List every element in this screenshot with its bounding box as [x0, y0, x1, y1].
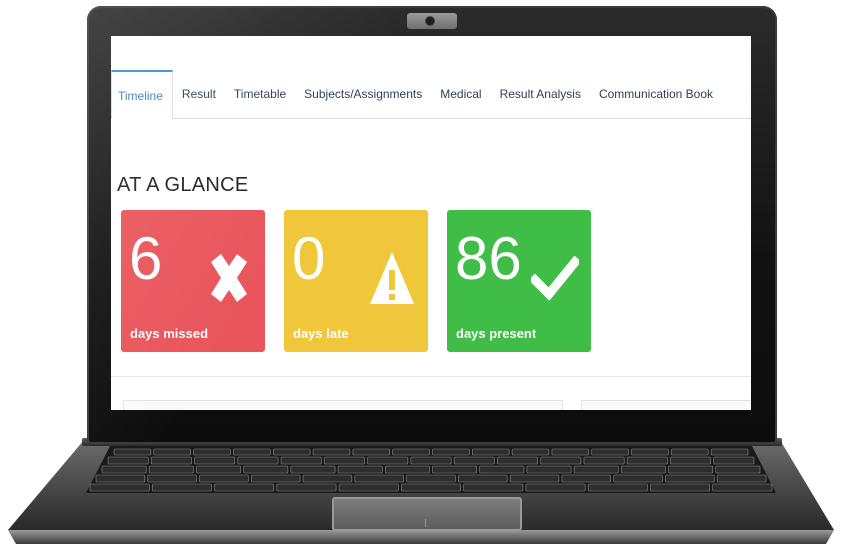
keyboard-key	[153, 448, 191, 456]
days-late-value: 0	[292, 225, 326, 292]
keyboard-key	[626, 456, 668, 465]
keyboard-key	[432, 448, 470, 456]
keyboard-key	[312, 448, 351, 456]
days-present-label: days present	[456, 326, 537, 341]
days-late-label: days late	[293, 326, 349, 341]
keyboard-key	[147, 474, 197, 483]
keyboard-key	[668, 465, 714, 474]
section-title: AT A GLANCE	[117, 174, 249, 196]
keyboard-key	[89, 483, 150, 492]
keyboard-key	[352, 448, 390, 456]
keyboard-key	[710, 448, 749, 456]
close-icon	[211, 254, 247, 302]
keyboard-key	[583, 456, 625, 465]
trackpad	[332, 497, 522, 531]
keyboard-key	[591, 448, 629, 456]
keyboard-key	[233, 448, 271, 456]
keyboard-key	[302, 474, 353, 483]
laptop-screen: Timeline Result Timetable Subjects/Assig…	[111, 36, 751, 410]
keyboard-key	[237, 456, 279, 465]
keyboard-key	[671, 448, 709, 456]
keyboard-key	[712, 483, 773, 492]
tab-result-analysis[interactable]: Result Analysis	[491, 70, 590, 118]
days-missed-value: 6	[129, 225, 163, 292]
tab-communication-book[interactable]: Communication Book	[590, 70, 722, 118]
keyboard-key	[479, 465, 525, 474]
keyboard-key	[384, 465, 430, 474]
keyboard-key	[251, 474, 301, 483]
keyboard-key	[587, 483, 648, 492]
keyboard-key	[509, 474, 560, 483]
keyboard-key	[463, 483, 524, 492]
keyboard-key	[401, 483, 461, 492]
keyboard-key	[497, 456, 538, 465]
keyboard-key	[621, 465, 666, 474]
keyboard-key	[113, 448, 152, 456]
warning-icon	[370, 252, 414, 304]
days-missed-card[interactable]: 6 days missed	[121, 210, 265, 352]
check-icon	[531, 255, 579, 301]
keyboard-key	[276, 483, 337, 492]
keyboard-key	[613, 474, 663, 483]
content-panel-right	[581, 400, 751, 410]
keyboard-key	[551, 448, 590, 456]
keyboard-key	[337, 465, 383, 474]
keyboard-key	[715, 465, 761, 474]
keyboard-key	[472, 448, 510, 456]
tab-result[interactable]: Result	[173, 70, 225, 118]
keyboard-key	[101, 465, 147, 474]
keyboard-key	[95, 474, 146, 483]
keyboard-key	[650, 483, 711, 492]
keyboard-key	[272, 448, 311, 456]
days-present-card[interactable]: 86 days present	[447, 210, 591, 352]
keyboard-key	[573, 465, 619, 474]
webcam-icon	[426, 17, 434, 25]
keyboard-key	[290, 465, 336, 474]
keyboard-key	[324, 456, 365, 465]
keyboard-key	[354, 474, 404, 483]
keyboard-key	[214, 483, 275, 492]
keyboard-key	[561, 474, 611, 483]
keyboard-key	[631, 448, 669, 456]
keyboard-key	[150, 456, 192, 465]
keyboard-key	[338, 483, 399, 492]
keyboard-key	[193, 448, 231, 456]
keyboard-key	[670, 456, 712, 465]
keyboard-key	[243, 465, 289, 474]
keyboard-key	[148, 465, 194, 474]
keyboard-key	[107, 456, 149, 465]
keyboard-key	[511, 448, 550, 456]
section-divider	[111, 376, 751, 377]
keyboard-key	[406, 474, 456, 483]
tab-timetable[interactable]: Timetable	[225, 70, 295, 118]
keyboard-key	[392, 448, 430, 456]
keyboard-key	[410, 456, 452, 465]
days-missed-label: days missed	[130, 326, 209, 341]
content-panel-left	[123, 400, 563, 410]
keyboard-key	[432, 465, 478, 474]
keyboard-key	[196, 465, 241, 474]
keyboard-key	[665, 474, 715, 483]
keyboard-key	[280, 456, 322, 465]
keyboard-key	[713, 456, 755, 465]
tab-medical[interactable]: Medical	[431, 70, 490, 118]
keyboard-key	[526, 465, 572, 474]
days-present-value: 86	[455, 225, 522, 292]
trackpad-divider	[425, 519, 426, 527]
keyboard-key	[367, 456, 409, 465]
keyboard-key	[453, 456, 495, 465]
days-late-card[interactable]: 0 days late	[284, 210, 428, 352]
keyboard-key	[151, 483, 212, 492]
tab-bar: Timeline Result Timetable Subjects/Assig…	[111, 70, 751, 119]
tab-subjects-assignments[interactable]: Subjects/Assignments	[295, 70, 431, 118]
keyboard-key	[525, 483, 586, 492]
keyboard-key	[716, 474, 767, 483]
keyboard-key	[458, 474, 508, 483]
keyboard-key	[194, 456, 236, 465]
keyboard-key	[540, 456, 582, 465]
tab-timeline[interactable]: Timeline	[111, 70, 173, 119]
keyboard-key	[199, 474, 249, 483]
